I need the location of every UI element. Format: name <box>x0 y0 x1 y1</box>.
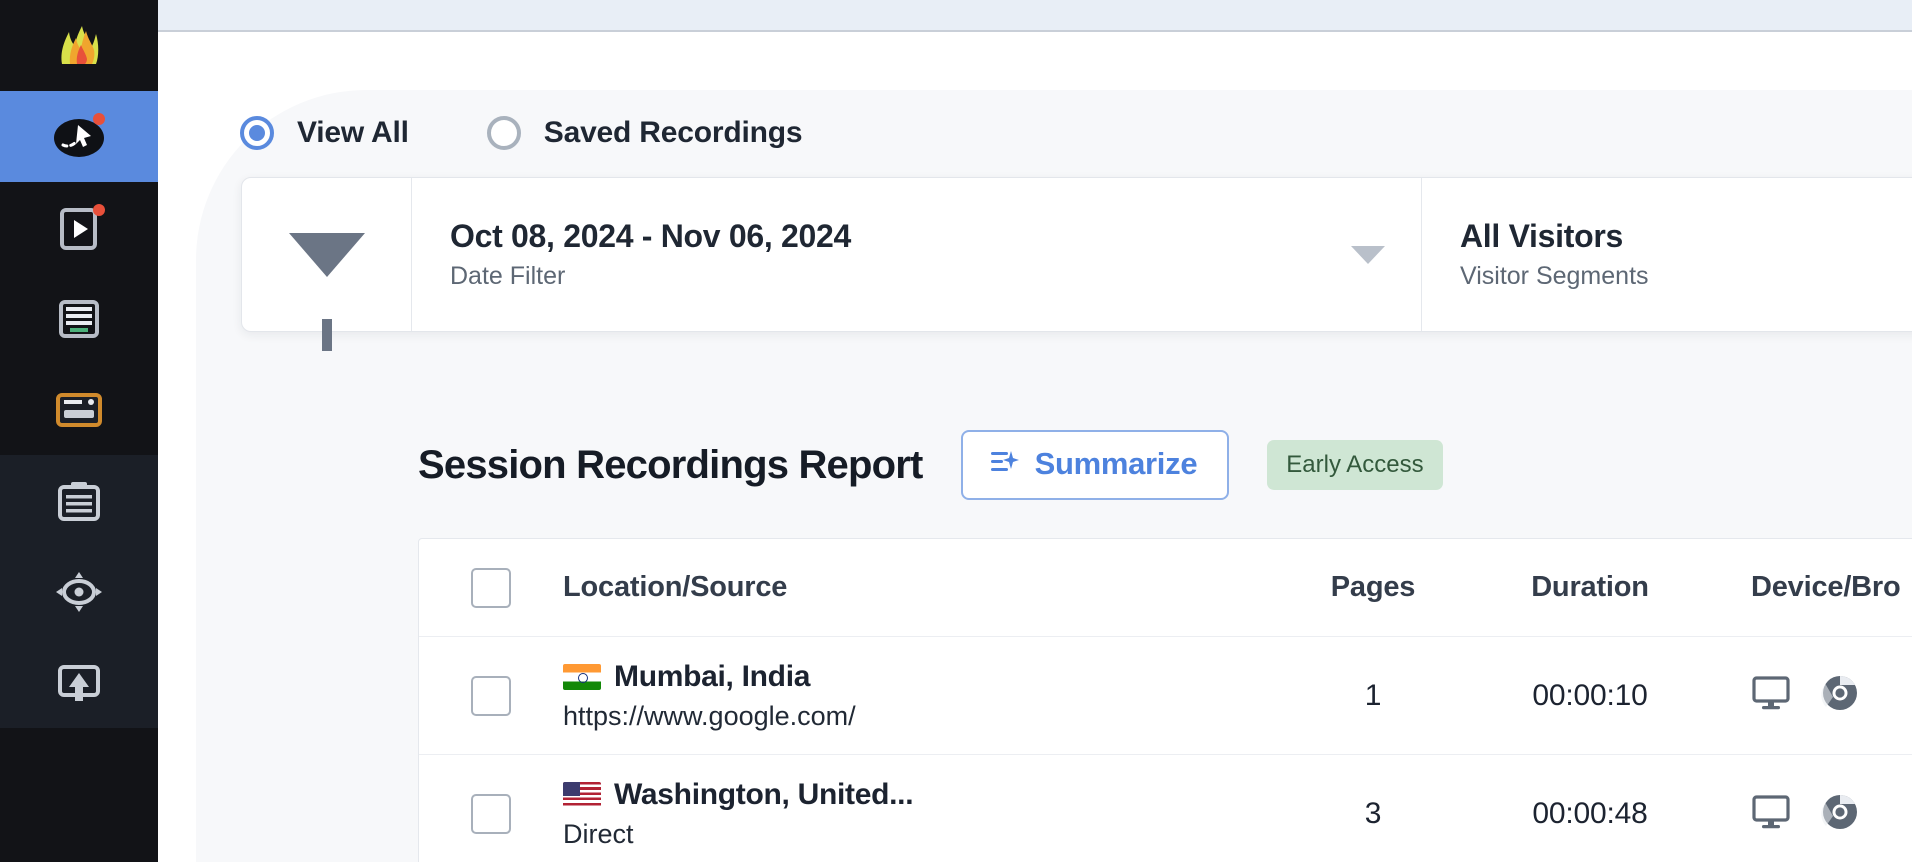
select-all-checkbox[interactable] <box>471 567 511 608</box>
row-source: https://www.google.com/ <box>563 700 856 731</box>
row-checkbox[interactable] <box>471 794 511 834</box>
notification-badge-dot <box>93 112 105 125</box>
column-header-duration[interactable]: Duration <box>1465 571 1715 604</box>
radio-label-saved-recordings: Saved Recordings <box>543 116 803 149</box>
date-filter-caption: Date Filter <box>450 262 566 291</box>
column-header-pages[interactable]: Pages <box>1281 571 1465 604</box>
chevron-down-icon[interactable] <box>1351 245 1385 264</box>
cell-pages: 1 <box>1364 678 1382 712</box>
sidebar-item-logo[interactable] <box>0 0 158 91</box>
row-location: Mumbai, India <box>614 659 811 693</box>
early-access-badge: Early Access <box>1267 440 1443 490</box>
row-select-cell[interactable] <box>419 794 563 834</box>
sparkle-summarize-icon <box>989 447 1019 482</box>
date-filter-value: Oct 08, 2024 - Nov 06, 2024 <box>450 218 852 255</box>
radio-saved-recordings[interactable]: Saved Recordings <box>486 116 803 150</box>
row-select-cell[interactable] <box>419 675 563 716</box>
sidebar-item-session-recordings[interactable] <box>0 91 158 182</box>
cell-location-source: Mumbai, India https://www.google.com/ <box>563 660 1281 732</box>
cell-device-browser <box>1715 674 1912 717</box>
radio-indicator-saved-recordings[interactable] <box>486 116 521 150</box>
cell-duration: 00:00:48 <box>1532 797 1648 830</box>
radio-label-view-all: View All <box>297 116 409 149</box>
column-header-device-browser[interactable]: Device/Bro <box>1715 571 1912 604</box>
summarize-button[interactable]: Summarize <box>960 430 1230 500</box>
chrome-browser-icon <box>1821 793 1859 836</box>
forms-icon <box>53 384 105 436</box>
export-icon <box>53 657 105 709</box>
filter-funnel-icon <box>288 232 365 351</box>
row-source: Direct <box>563 819 634 849</box>
radio-indicator-view-all[interactable] <box>240 116 274 150</box>
chrome-browser-icon <box>1821 674 1859 717</box>
cell-pages: 3 <box>1364 797 1382 830</box>
desktop-monitor-icon <box>1751 794 1791 835</box>
india-flag-icon <box>563 663 601 690</box>
summarize-button-label: Summarize <box>1034 446 1198 481</box>
sidebar-item-recordings[interactable] <box>0 182 158 273</box>
sidebar-item-goals[interactable] <box>0 546 158 637</box>
visitor-segment-value: All Visitors <box>1460 218 1623 255</box>
filter-icon-cell[interactable] <box>242 178 412 351</box>
heatmaps-icon <box>53 293 105 345</box>
flame-logo-icon <box>53 20 105 72</box>
table-header-row: Location/Source Pages Duration Device/Br… <box>419 539 1912 637</box>
view-mode-radio-group: View All Saved Recordings <box>240 116 803 150</box>
select-all-cell[interactable] <box>419 567 563 608</box>
notification-badge-dot <box>93 203 105 216</box>
report-header: Session Recordings Report Summarize Earl… <box>418 430 1443 500</box>
app-root: View All Saved Recordings Oct 08, 2024 -… <box>0 0 1912 862</box>
surveys-icon <box>53 475 105 527</box>
usa-flag-icon <box>563 782 601 808</box>
radio-view-all[interactable]: View All <box>240 116 409 150</box>
session-recordings-table: Location/Source Pages Duration Device/Br… <box>418 538 1912 862</box>
sidebar-item-export[interactable] <box>0 637 158 728</box>
play-recordings-icon <box>53 202 105 254</box>
primary-sidebar <box>0 0 158 862</box>
visitor-segment-caption: Visitor Segments <box>1460 262 1649 291</box>
row-location: Washington, United... <box>614 778 914 811</box>
session-recordings-icon <box>53 111 105 163</box>
cell-duration: 00:00:10 <box>1532 678 1648 712</box>
visitor-segment-control[interactable]: All Visitors Visitor Segments <box>1422 178 1912 331</box>
sidebar-item-surveys[interactable] <box>0 455 158 546</box>
cell-device-browser <box>1715 793 1912 836</box>
filter-bar: Oct 08, 2024 - Nov 06, 2024 Date Filter … <box>241 177 1912 351</box>
date-filter-control[interactable]: Oct 08, 2024 - Nov 06, 2024 Date Filter <box>412 178 1422 331</box>
table-row[interactable]: Mumbai, India https://www.google.com/ 1 … <box>419 637 1912 755</box>
cell-location-source: Washington, United... Direct <box>563 778 1281 850</box>
column-header-location-source[interactable]: Location/Source <box>563 571 1281 604</box>
goals-icon <box>53 566 105 618</box>
sidebar-item-forms[interactable] <box>0 364 158 455</box>
desktop-monitor-icon <box>1751 675 1791 716</box>
sidebar-item-heatmaps[interactable] <box>0 273 158 364</box>
table-row[interactable]: Washington, United... Direct 3 00:00:48 <box>419 755 1912 862</box>
content: View All Saved Recordings Oct 08, 2024 -… <box>158 0 1912 862</box>
page-title: Session Recordings Report <box>418 442 923 487</box>
row-checkbox[interactable] <box>471 675 511 716</box>
main-area: View All Saved Recordings Oct 08, 2024 -… <box>158 0 1912 862</box>
